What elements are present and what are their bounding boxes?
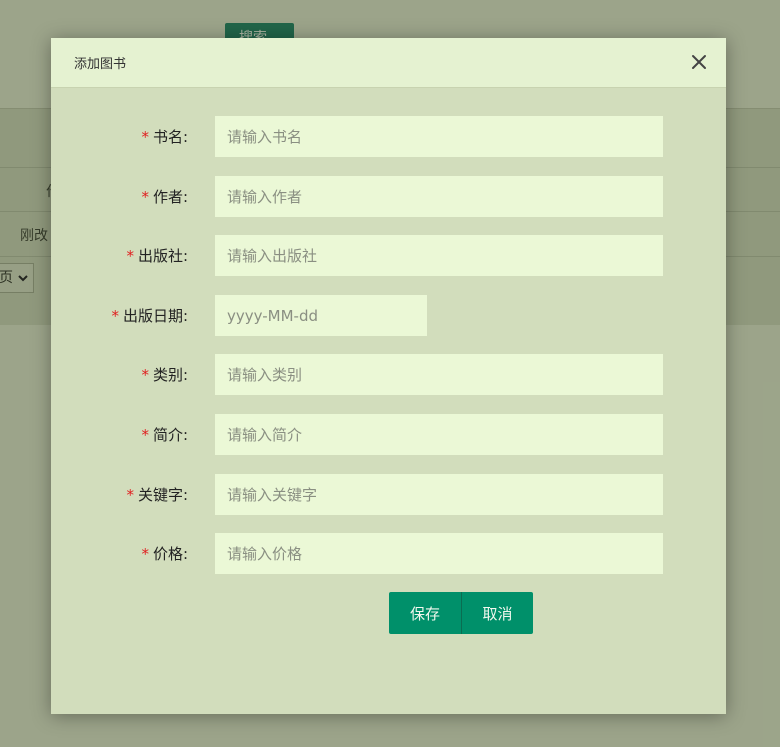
publisher-label-text: 出版社: — [137, 247, 188, 265]
form-row-title: * 书名: — [51, 116, 726, 158]
form-row-price: * 价格: — [51, 533, 726, 575]
save-button[interactable]: 保存 — [389, 592, 461, 634]
add-book-dialog: 添加图书 *书名: *作者: *出版社: *出版日期: *类别: *简介: * — [51, 38, 726, 714]
close-icon — [692, 55, 706, 69]
category-input[interactable] — [215, 354, 663, 395]
required-mark: * — [141, 128, 149, 146]
summary-label-text: 简介: — [152, 426, 188, 444]
author-label-text: 作者: — [152, 188, 188, 206]
keywords-input[interactable] — [215, 474, 663, 515]
publish-date-input[interactable] — [215, 295, 427, 336]
cancel-button[interactable]: 取消 — [461, 592, 533, 634]
form-row-summary: * 简介: — [51, 414, 726, 456]
required-mark: * — [126, 486, 134, 504]
form-row-category: * 类别: — [51, 354, 726, 396]
publish-date-label-text: 出版日期: — [122, 307, 188, 325]
form-row-publisher: * 出版社: — [51, 235, 726, 277]
publisher-input[interactable] — [215, 235, 663, 276]
form-row-publish-date: * 出版日期: — [51, 295, 726, 337]
dialog-header: 添加图书 — [51, 38, 726, 88]
required-mark: * — [141, 426, 149, 444]
title-label: * 书名: — [141, 126, 188, 147]
form-row-keywords: * 关键字: — [51, 474, 726, 516]
author-input[interactable] — [215, 176, 663, 217]
required-mark: * — [111, 307, 119, 325]
title-label-text: 书名: — [152, 128, 188, 146]
summary-label: * 简介: — [141, 424, 188, 445]
required-mark: * — [141, 188, 149, 206]
price-label: * 价格: — [141, 543, 188, 564]
publish-date-label: * 出版日期: — [111, 305, 188, 326]
dialog-actions: 保存 取消 — [389, 592, 533, 634]
price-input[interactable] — [215, 533, 663, 574]
title-input[interactable] — [215, 116, 663, 157]
form-row-author: * 作者: — [51, 176, 726, 218]
required-mark: * — [141, 366, 149, 384]
close-button[interactable] — [689, 52, 709, 72]
keywords-label-text: 关键字: — [137, 486, 188, 504]
publisher-label: * 出版社: — [126, 245, 188, 266]
required-mark: * — [141, 545, 149, 563]
required-mark: * — [126, 247, 134, 265]
category-label-text: 类别: — [152, 366, 188, 384]
dialog-title: 添加图书 — [74, 57, 127, 72]
author-label: * 作者: — [141, 186, 188, 207]
summary-input[interactable] — [215, 414, 663, 455]
price-label-text: 价格: — [152, 545, 188, 563]
category-label: * 类别: — [141, 364, 188, 385]
keywords-label: * 关键字: — [126, 484, 188, 505]
